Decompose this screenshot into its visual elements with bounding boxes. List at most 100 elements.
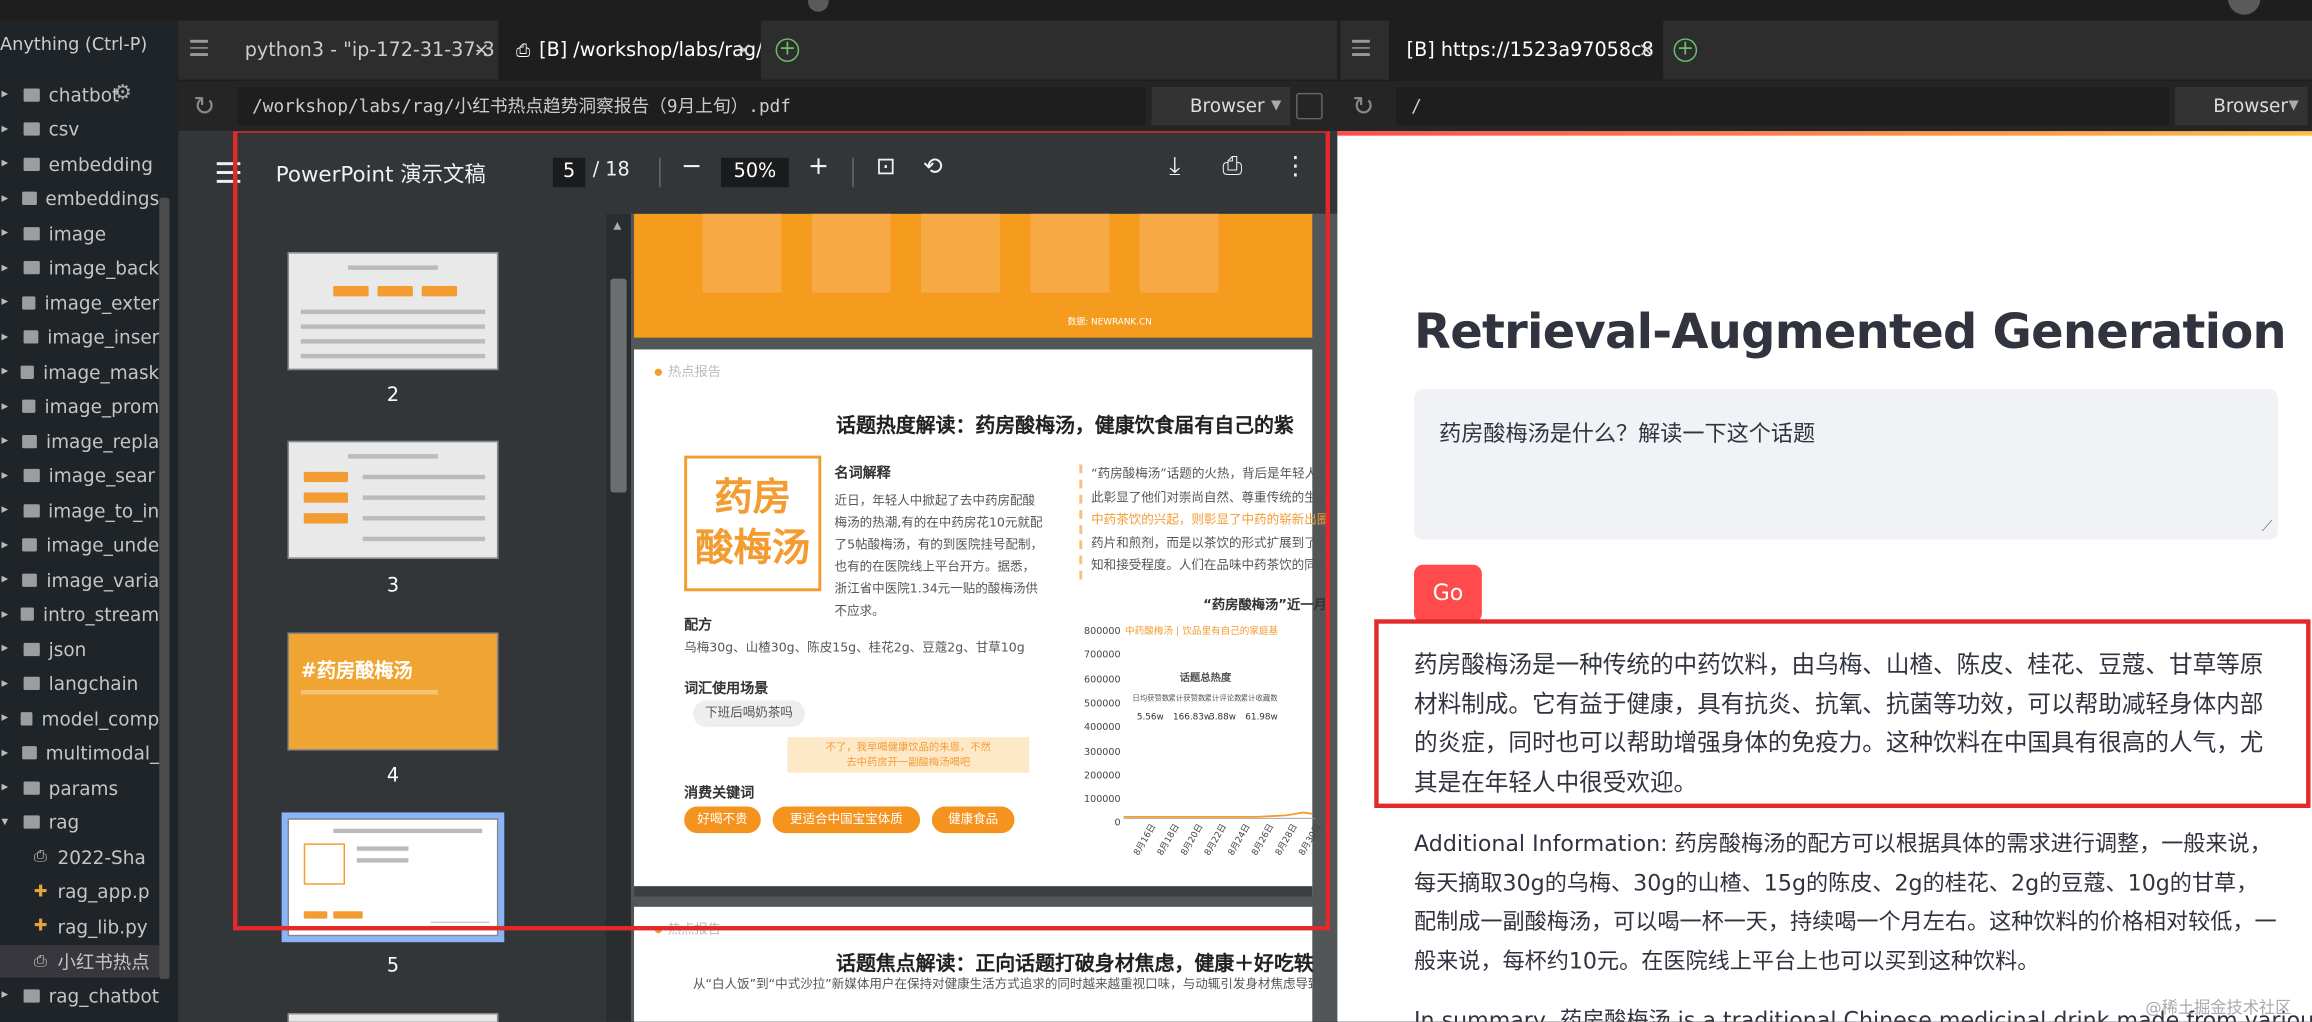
close-icon[interactable]: ×	[1638, 40, 1654, 62]
page-text: 从“白人饭”到“中式沙拉”新媒体用户在保持对健康生活方式追求的同时越来越重视口味…	[693, 977, 1313, 993]
popout-icon[interactable]	[1296, 92, 1323, 120]
folder-icon	[23, 676, 40, 691]
chevron-right-icon[interactable]: ▸	[1, 191, 14, 206]
chevron-right-icon[interactable]: ▸	[1, 537, 15, 552]
sidebar-item[interactable]: ▸ csv	[0, 113, 159, 145]
chevron-right-icon[interactable]: ▸	[1, 226, 16, 241]
url-input[interactable]: /workshop/labs/rag/小红书热点趋势洞察报告（9月上旬）.pdf	[237, 86, 1146, 126]
chevron-right-icon[interactable]: ▸	[1, 468, 16, 483]
chevron-right-icon[interactable]: ▸	[1, 122, 16, 137]
tab-pdf-browser[interactable]: ⎙ [B] /workshop/labs/rag/ ×	[498, 20, 761, 82]
sidebar-item[interactable]: ▸ image_prom	[0, 390, 159, 422]
avatar[interactable]	[2227, 0, 2261, 15]
resize-handle-icon[interactable]: ⟋	[2262, 519, 2272, 535]
chevron-right-icon[interactable]: ▸	[1, 260, 16, 275]
chevron-right-icon[interactable]: ▸	[1, 572, 15, 587]
sidebar-item[interactable]: ▸ langchain	[0, 667, 159, 699]
folder-icon	[20, 607, 35, 621]
sidebar-item-label: image_inser	[47, 325, 160, 348]
sidebar-item[interactable]: ▸ chatbot	[0, 78, 159, 110]
sidebar-item[interactable]: ▸ multimodal_	[0, 737, 159, 769]
python-file-icon: ✚	[33, 915, 48, 935]
chevron-right-icon[interactable]: ▸	[1, 87, 16, 102]
tab-python-terminal[interactable]: python3 - "ip-172-31-37-3 ×	[227, 21, 498, 81]
menu-icon[interactable]	[190, 39, 208, 60]
sidebar-item-label: 2022-Sha	[57, 845, 146, 868]
go-button[interactable]: Go	[1414, 564, 1482, 623]
chevron-right-icon[interactable]: ▸	[1, 607, 13, 622]
sidebar-item[interactable]: ▸ image_mask	[0, 355, 159, 387]
chevron-right-icon[interactable]: ▸	[1, 503, 15, 518]
sidebar-item[interactable]: ⎙ 小红书热点	[0, 944, 160, 977]
quick-open-hint[interactable]: Anything (Ctrl-P)	[0, 34, 147, 55]
sidebar-item[interactable]: ✚ rag_app.p	[0, 875, 159, 907]
sidebar-item[interactable]: ▸ image_inser	[0, 321, 159, 353]
chevron-right-icon[interactable]: ▸	[1, 156, 16, 171]
folder-icon	[22, 538, 38, 552]
sidebar-item-label: json	[48, 637, 87, 660]
folder-icon	[22, 572, 38, 587]
chevron-down-icon: ▼	[2288, 98, 2299, 114]
sidebar-item-label: langchain	[48, 672, 139, 695]
browser-dropdown[interactable]: Browser ▼	[1151, 86, 1291, 126]
sidebar-scrollbar[interactable]	[159, 197, 170, 980]
new-tab-icon[interactable]: +	[1673, 38, 1698, 62]
folder-icon	[23, 260, 40, 275]
new-tab-icon[interactable]: +	[775, 38, 800, 62]
sidebar-item[interactable]: ▸ image_unde	[0, 529, 159, 561]
window-control-icon[interactable]	[808, 0, 829, 12]
sidebar-item[interactable]: ▸ image_varia	[0, 563, 159, 595]
tab-streamlit-browser[interactable]: [B] https://1523a97058c8 ×	[1388, 20, 1664, 82]
chevron-down-icon[interactable]: ▾	[1, 815, 16, 830]
question-input[interactable]: 药房酸梅汤是什么？解读一下这个话题 ⟋	[1414, 389, 2279, 540]
sidebar-item[interactable]: ▸ image_repla	[0, 425, 159, 457]
chevron-right-icon[interactable]: ▸	[1, 364, 13, 379]
url-input[interactable]: /	[1396, 86, 2169, 126]
folder-icon	[23, 157, 40, 171]
sidebar-item[interactable]: ▸ image_sear	[0, 459, 159, 491]
sidebar-item[interactable]: ▸ model_comp	[0, 702, 159, 734]
sidebar-item[interactable]: ▾ rag	[0, 806, 159, 838]
sidebar-item-label: csv	[48, 117, 80, 141]
chevron-right-icon[interactable]: ▸	[1, 711, 12, 726]
sidebar-item[interactable]: ⎙ 2022-Sha	[0, 840, 159, 872]
chevron-right-icon[interactable]: ▸	[1, 988, 16, 1003]
pdf-file-icon: ⎙	[34, 950, 48, 970]
chevron-right-icon[interactable]: ▸	[1, 295, 14, 310]
chevron-right-icon[interactable]: ▸	[1, 676, 16, 691]
chevron-right-icon[interactable]: ▸	[1, 745, 14, 760]
sidebar-item-label: model_comp	[41, 707, 160, 730]
tab-label: [B] https://1523a97058c8	[1406, 39, 1654, 62]
sidebar-item[interactable]: ▸ embeddings	[0, 182, 159, 214]
chevron-right-icon[interactable]: ▸	[1, 434, 14, 449]
pdf-file-icon: ⎙	[516, 39, 531, 61]
close-icon[interactable]: ×	[736, 40, 752, 62]
sidebar-item[interactable]: ▸ image_exter	[0, 286, 159, 318]
menu-icon[interactable]	[1352, 39, 1370, 60]
sidebar-item[interactable]: ▸ params	[0, 771, 159, 803]
sidebar-item[interactable]: ▸ image_back	[0, 251, 159, 283]
browser-dropdown[interactable]: Browser ▼	[2174, 86, 2308, 126]
chevron-right-icon[interactable]: ▸	[1, 641, 16, 656]
chevron-right-icon[interactable]: ▸	[1, 780, 16, 795]
folder-icon	[23, 780, 40, 795]
reload-icon[interactable]: ↻	[1352, 91, 1374, 122]
sidebar-item[interactable]: ▸ embedding	[0, 147, 159, 179]
thumbnail-page-6[interactable]	[287, 1012, 499, 1022]
python-file-icon: ✚	[33, 881, 48, 901]
sidebar-item[interactable]: ▸ json	[0, 633, 159, 665]
sidebar-item[interactable]: ▸ intro_stream	[0, 598, 159, 630]
sidebar-item[interactable]: ✚ rag_lib.py	[0, 910, 159, 942]
sidebar-item[interactable]: ▸ rag_chatbot	[0, 979, 159, 1011]
chevron-right-icon[interactable]: ▸	[1, 399, 14, 414]
sidebar-item-label: image_exter	[44, 291, 160, 314]
chevron-right-icon[interactable]: ▸	[1, 330, 15, 345]
reload-icon[interactable]: ↻	[193, 91, 215, 122]
folder-icon	[22, 434, 38, 448]
sidebar-item[interactable]: ▸ image_to_in	[0, 494, 159, 526]
folder-icon	[23, 226, 40, 240]
close-icon[interactable]: ×	[473, 40, 489, 62]
right-address-bar: ↻ / Browser ▼	[1337, 81, 2312, 132]
watermark: @稀土掘金技术社区	[2145, 998, 2292, 1018]
sidebar-item[interactable]: ▸ image	[0, 217, 159, 249]
